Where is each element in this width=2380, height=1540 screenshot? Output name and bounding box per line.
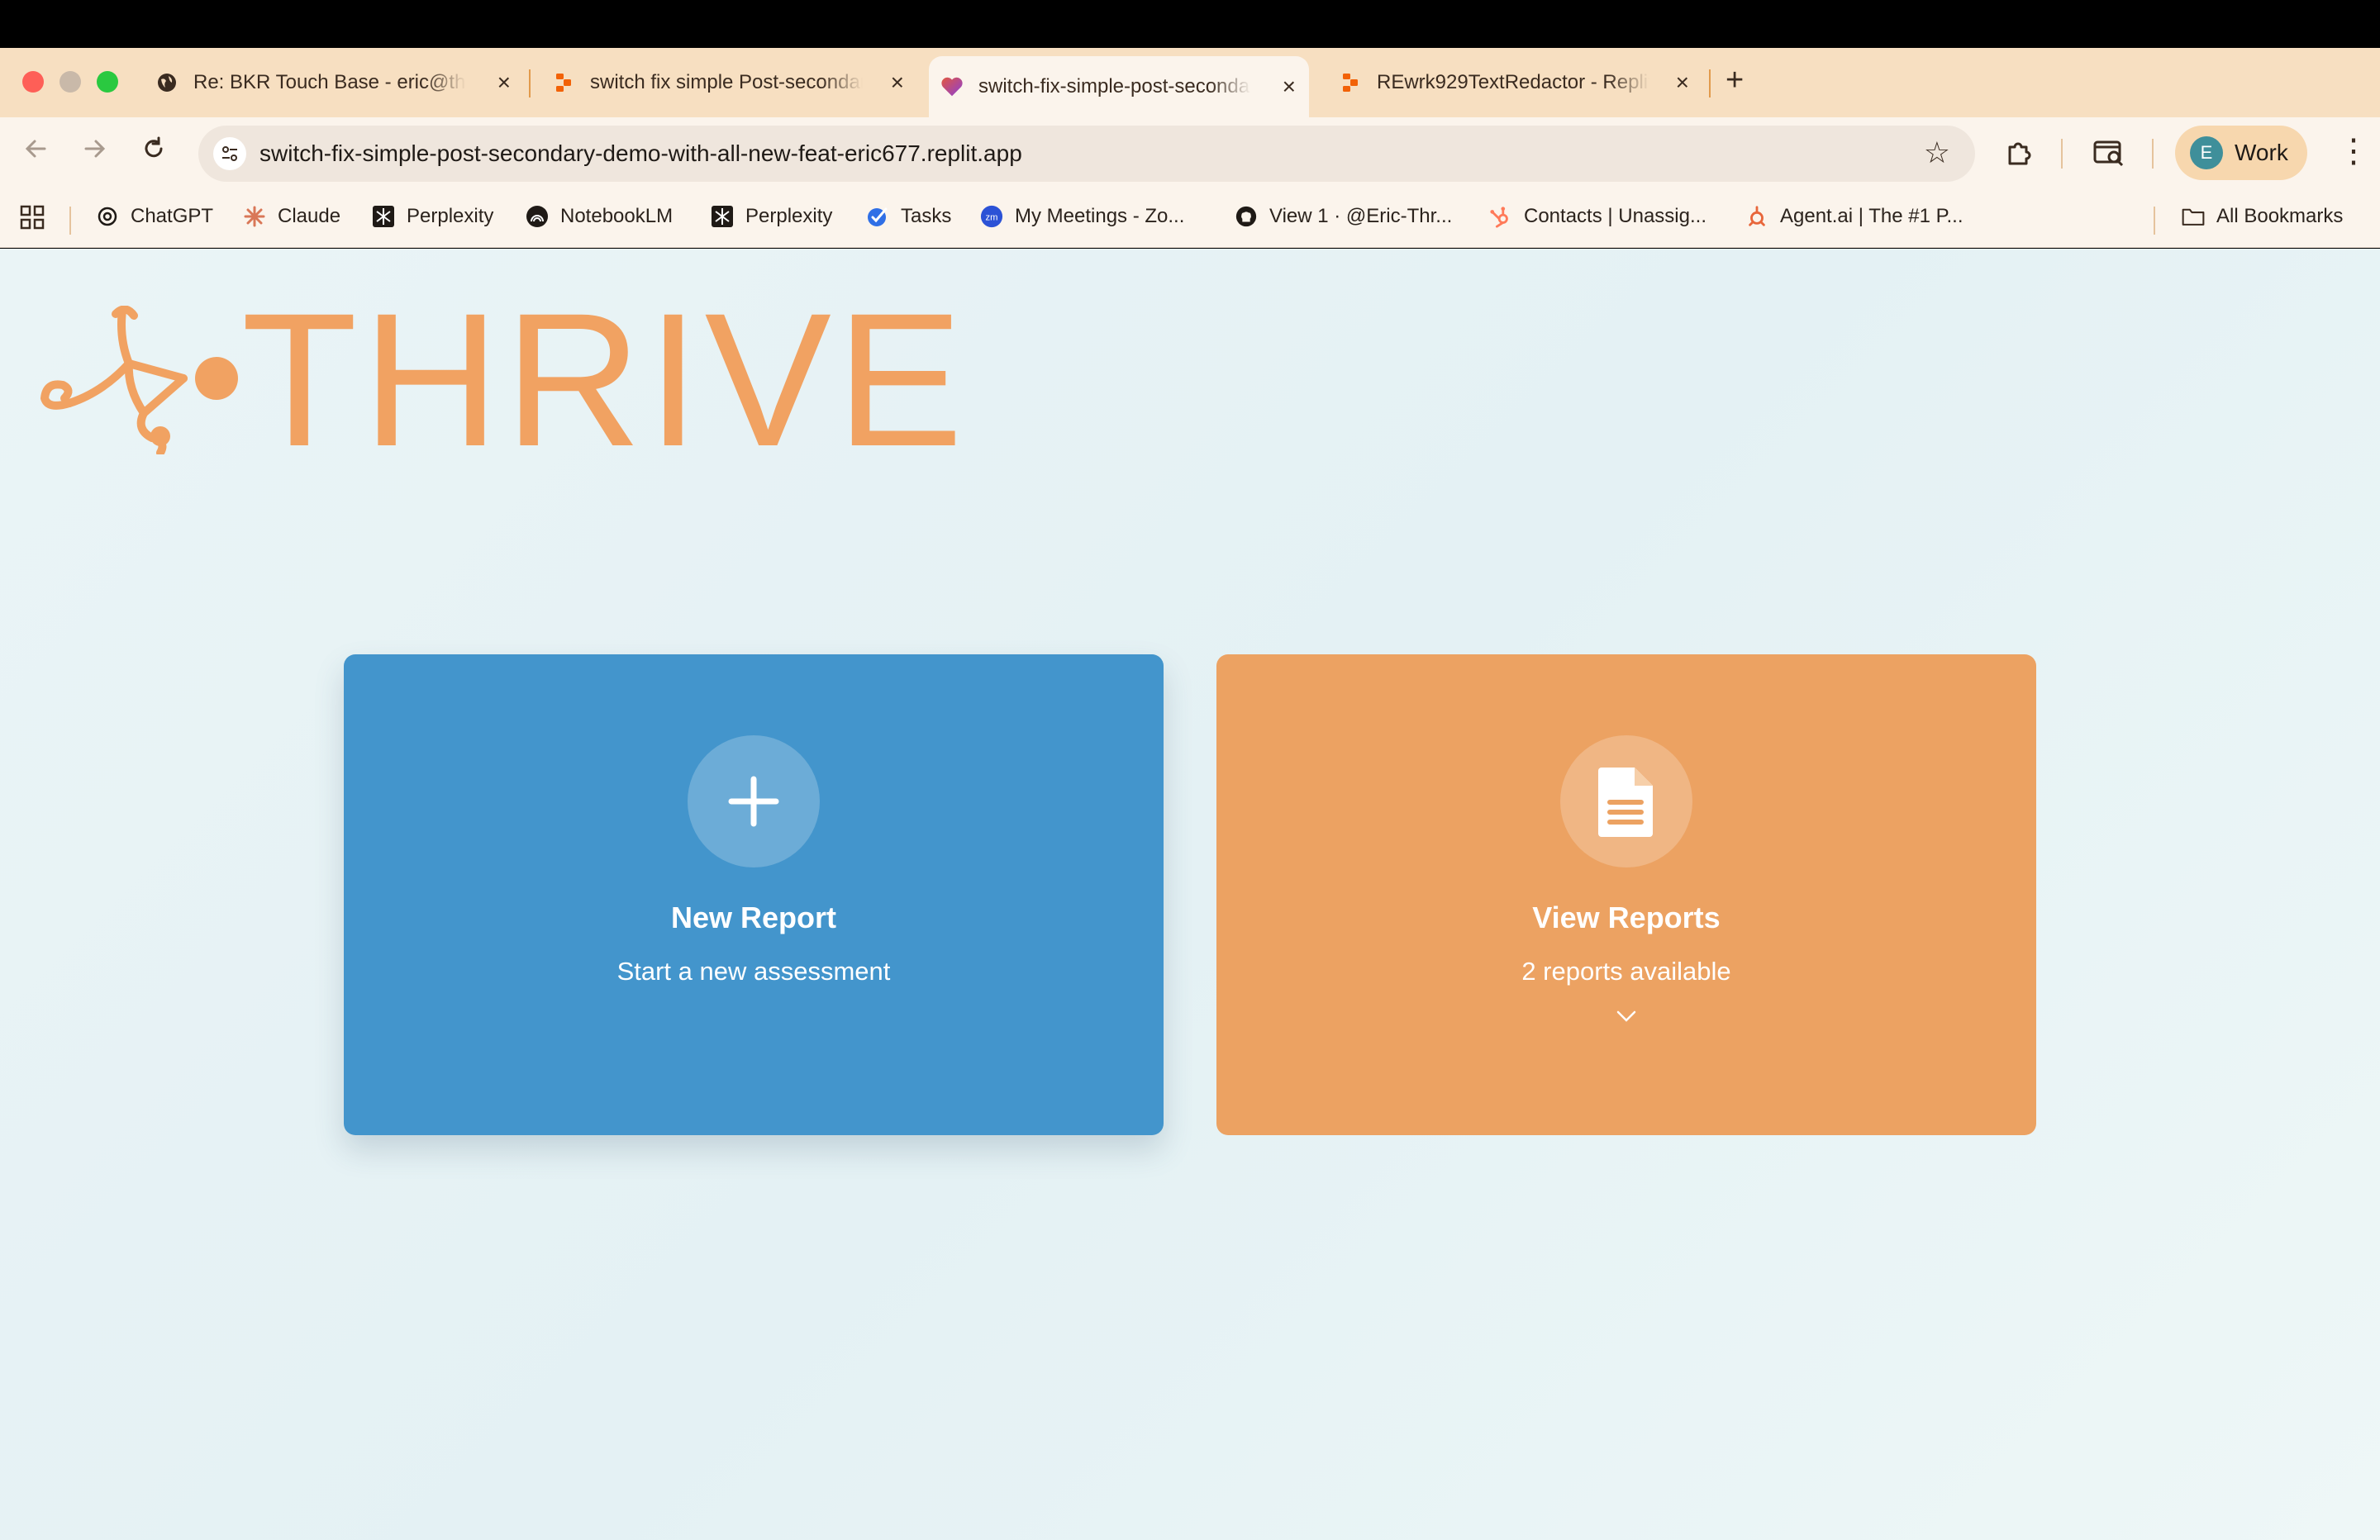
tab-divider [529,69,531,97]
reload-button[interactable] [139,134,169,171]
hubspot-icon [1489,205,1512,228]
bookmarks-bar [0,190,2380,248]
avatar: E [2190,136,2223,169]
close-tab-icon[interactable]: × [1676,69,1689,96]
plus-icon [688,735,820,867]
notebooklm-icon [526,205,549,228]
menu-bar-blank [0,0,2380,48]
tab-divider [1709,69,1711,97]
card-title: New Report [670,901,837,934]
bookmark-hubspot[interactable]: Contacts | Unassig... [1489,205,1706,228]
new-report-card[interactable]: New Report Start a new assessment [344,654,1164,1135]
bookmark-claude[interactable]: Claude [243,205,340,228]
bookmark-perplexity[interactable]: Perplexity [372,205,493,228]
all-bookmarks[interactable]: All Bookmarks [2182,205,2343,228]
svg-text:zm: zm [986,213,998,223]
view-reports-card[interactable]: View Reports 2 reports available [1216,654,2036,1135]
github-icon [1235,205,1258,228]
card-title: View Reports [1532,901,1721,934]
tab-search-icon[interactable] [2092,137,2125,173]
url-text: switch-fix-simple-post-secondary-demo-wi… [259,140,1022,166]
close-tab-icon[interactable]: × [497,69,511,96]
more-menu-icon[interactable]: ⋮ [2337,132,2370,170]
extensions-icon[interactable] [2003,137,2035,173]
forward-button[interactable] [79,134,109,171]
bookmark-zoom[interactable]: zm My Meetings - Zo... [980,205,1184,228]
address-bar[interactable]: switch-fix-simple-post-secondary-demo-wi… [198,126,1975,182]
card-subtitle: 2 reports available [1521,957,1731,986]
zoom-icon: zm [980,205,1003,228]
brand-title: THRIVE [241,273,969,486]
bookmark-perplexity-2[interactable]: Perplexity [711,205,832,228]
agentai-icon [1745,205,1768,228]
tasks-icon [866,205,889,228]
tab-switch-fix-simple[interactable]: switch fix simple Post-secondary × [552,56,904,109]
tab-switch-fix-simple-active[interactable]: switch-fix-simple-post-secondary × [929,56,1309,117]
replit-icon [552,71,575,94]
site-settings-icon[interactable] [213,137,246,170]
close-window-button[interactable] [22,71,44,93]
bookmark-notebooklm[interactable]: NotebookLM [526,205,673,228]
bookmark-star-icon[interactable]: ☆ [1924,135,1950,170]
globe-icon [155,71,178,94]
close-tab-icon[interactable]: × [1283,74,1296,100]
apps-grid-icon[interactable] [20,205,45,230]
minimize-window-button[interactable] [60,71,81,93]
heart-favicon-icon [940,75,964,98]
profile-button[interactable]: E Work [2175,126,2307,180]
bookmark-tasks[interactable]: Tasks [866,205,951,228]
bookmarks-divider [2154,207,2155,235]
openai-icon [96,205,119,228]
perplexity-icon [372,205,395,228]
thrive-logo-icon [40,306,238,454]
toolbar-divider [2061,139,2063,169]
close-tab-icon[interactable]: × [891,69,904,96]
tab-bkr-touch-base[interactable]: Re: BKR Touch Base - eric@thrive × [155,56,511,109]
replit-icon [1339,71,1362,94]
toolbar-divider [2152,139,2154,169]
new-tab-button[interactable]: + [1726,63,1744,98]
document-icon [1560,735,1692,867]
chevron-down-icon[interactable] [1616,1010,1637,1027]
bookmark-agentai[interactable]: Agent.ai | The #1 P... [1745,205,1963,228]
back-button[interactable] [21,134,51,171]
bookmark-chatgpt[interactable]: ChatGPT [96,205,213,228]
bookmark-github[interactable]: View 1 · @Eric-Thr... [1235,205,1452,228]
tab-rewrk-text-redactor[interactable]: REwrk929TextRedactor - Replit × [1339,56,1689,109]
folder-icon [2182,205,2205,228]
maximize-window-button[interactable] [97,71,118,93]
bookmarks-divider [69,207,71,235]
perplexity-icon [711,205,734,228]
card-subtitle: Start a new assessment [616,957,891,986]
claude-icon [243,205,266,228]
